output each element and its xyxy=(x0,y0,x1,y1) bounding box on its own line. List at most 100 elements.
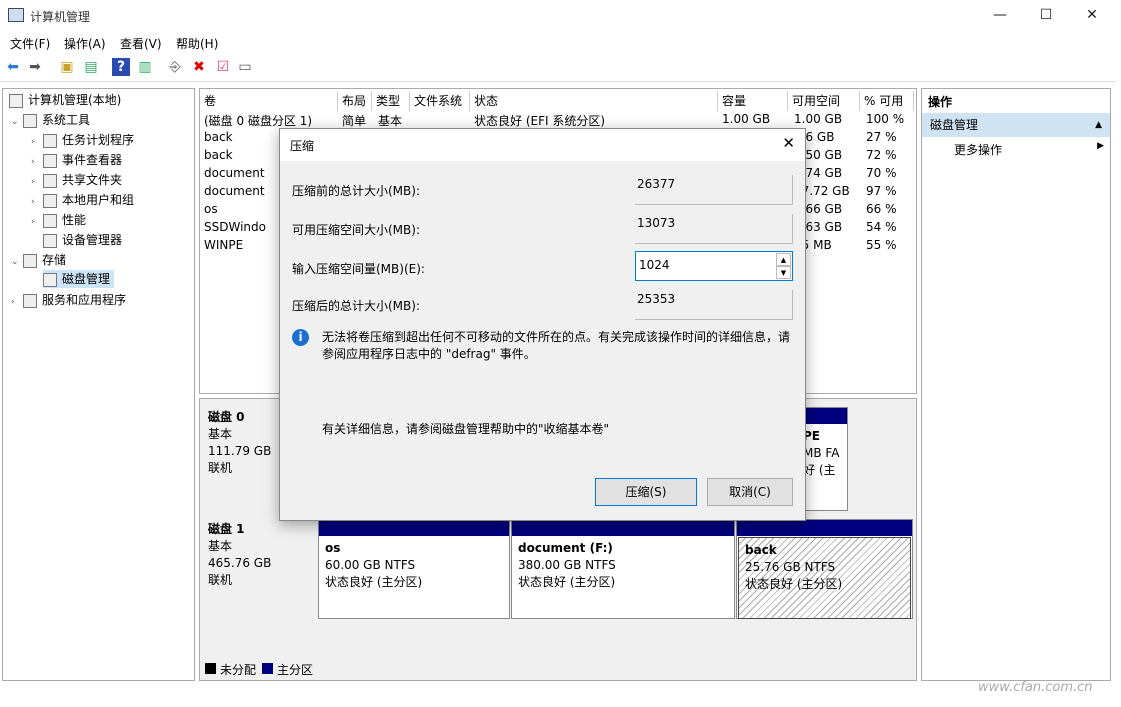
chevron-right-icon: ▶ xyxy=(1097,141,1104,151)
disk-name: 磁盘 1 xyxy=(208,522,245,536)
column-header-filesystem[interactable]: 文件系统 xyxy=(410,91,470,111)
menu-help[interactable]: 帮助(H) xyxy=(176,35,218,52)
delete-icon[interactable]: ✖ xyxy=(190,58,208,76)
forward-arrow-icon[interactable]: ➡ xyxy=(26,58,44,76)
column-header-layout[interactable]: 布局 xyxy=(338,91,372,111)
clock-icon xyxy=(43,133,57,148)
primary-partition-bar xyxy=(801,408,847,424)
column-header-free[interactable]: 可用空间 xyxy=(788,91,860,111)
tree-item-task-scheduler[interactable]: › 任务计划程序 xyxy=(31,131,134,149)
help-icon[interactable]: ? xyxy=(112,58,130,76)
tree-root[interactable]: 计算机管理(本地) xyxy=(9,91,121,109)
tree-item-shared-folders[interactable]: › 共享文件夹 xyxy=(31,171,122,189)
tools-icon xyxy=(23,113,37,128)
actions-title: 操作 xyxy=(928,95,953,109)
performance-icon xyxy=(43,213,57,228)
chevron-right-icon: › xyxy=(31,137,35,147)
volume-name: SSDWindo xyxy=(204,220,266,234)
disk-0-label[interactable]: 磁盘 0 基本 111.79 GB 联机 xyxy=(208,409,271,477)
menu-file[interactable]: 文件(F) xyxy=(10,35,50,52)
tree-item-label: 共享文件夹 xyxy=(62,173,123,187)
column-header-type[interactable]: 类型 xyxy=(372,91,410,111)
menu-action[interactable]: 操作(A) xyxy=(64,35,106,52)
tree-item-label: 任务计划程序 xyxy=(62,133,135,147)
total-after-value: 25353 xyxy=(635,290,793,320)
window-title: 计算机管理 xyxy=(30,10,91,24)
capacity-cell: 1.00 GB xyxy=(722,112,771,126)
partition-state: 状态良好 (主分区) xyxy=(518,575,616,589)
actions-section-disk-management[interactable]: 磁盘管理 ▲ xyxy=(922,113,1110,137)
percent-cell: 27 % xyxy=(866,130,897,144)
navigation-tree: 计算机管理(本地) ⌄ 系统工具 › 任务计划程序 › 事件查看器 › 共享文件夹 › 本… xyxy=(2,88,195,681)
list-icon[interactable]: ▭ xyxy=(236,58,254,76)
chevron-right-icon: › xyxy=(31,197,35,207)
percent-cell: 70 % xyxy=(866,166,897,180)
tree-item-disk-management[interactable]: 磁盘管理 xyxy=(43,270,115,288)
shrink-button[interactable]: 压缩(S) xyxy=(595,478,697,506)
dialog-title-bar: 压缩 ✕ xyxy=(280,129,805,161)
disk-1-label[interactable]: 磁盘 1 基本 465.76 GB 联机 xyxy=(208,521,271,589)
more-actions-item[interactable]: 更多操作 ▶ xyxy=(954,141,1108,158)
close-button[interactable]: ✕ xyxy=(1069,0,1115,30)
volume-name: os xyxy=(204,202,218,216)
device-manager-icon xyxy=(43,233,57,248)
cancel-button[interactable]: 取消(C) xyxy=(707,478,793,506)
chevron-down-icon: ⌄ xyxy=(11,257,19,267)
properties-icon[interactable]: ▥ xyxy=(136,58,154,76)
info-text: 无法将卷压缩到超出任何不可移动的文件所在的点。有关完成该操作时间的详细信息，请参… xyxy=(322,330,791,361)
column-header-percent-free[interactable]: % 可用 xyxy=(860,91,914,111)
tree-item-performance[interactable]: › 性能 xyxy=(31,211,86,229)
back-arrow-icon[interactable]: ⬅ xyxy=(4,58,22,76)
tree-item-label: 设备管理器 xyxy=(62,233,123,247)
percent-cell: 66 % xyxy=(866,202,897,216)
spin-up-icon[interactable]: ▲ xyxy=(776,253,791,266)
shrink-dialog: 压缩 ✕ 压缩前的总计大小(MB): 26377 可用压缩空间大小(MB): 1… xyxy=(279,128,806,521)
percent-cell: 100 % xyxy=(866,112,905,126)
tree-item-device-manager[interactable]: 设备管理器 xyxy=(43,231,122,249)
tree-item-event-viewer[interactable]: › 事件查看器 xyxy=(31,151,122,169)
up-folder-icon[interactable]: ▣ xyxy=(58,58,76,76)
menu-view[interactable]: 查看(V) xyxy=(120,35,162,52)
spin-down-icon[interactable]: ▼ xyxy=(776,266,791,279)
partition-document[interactable]: document (F:) 380.00 GB NTFS 状态良好 (主分区) xyxy=(511,519,735,619)
users-icon xyxy=(43,193,57,208)
partition-size: 60.00 GB NTFS xyxy=(325,558,416,572)
dialog-close-icon[interactable]: ✕ xyxy=(782,134,795,152)
layout-cell: 简单 xyxy=(342,114,367,128)
title-bar: 计算机管理 — ☐ ✕ xyxy=(0,0,1121,32)
minimize-button[interactable]: — xyxy=(977,0,1023,30)
table-row[interactable]: (磁盘 0 磁盘分区 1) 简单 基本 状态良好 (EFI 系统分区) 1.00 GB 1… xyxy=(200,111,916,129)
partition-winpe[interactable]: PE MB FA 好 (主 xyxy=(800,407,848,511)
available-shrink-label: 可用压缩空间大小(MB): xyxy=(292,223,420,237)
column-header-volume[interactable]: 卷 xyxy=(200,91,338,111)
connect-icon[interactable]: ⎆ xyxy=(166,58,184,76)
column-header-capacity[interactable]: 容量 xyxy=(718,91,788,111)
percent-cell: 97 % xyxy=(866,184,897,198)
maximize-button[interactable]: ☐ xyxy=(1023,0,1069,30)
show-hide-tree-icon[interactable]: ▤ xyxy=(82,58,100,76)
check-icon[interactable]: ☑ xyxy=(214,58,232,76)
primary-partition-bar xyxy=(319,520,509,536)
partition-back[interactable]: back 25.76 GB NTFS 状态良好 (主分区) xyxy=(736,519,913,619)
type-cell: 基本 xyxy=(378,114,403,128)
chevron-right-icon: › xyxy=(11,297,15,307)
column-header-status[interactable]: 状态 xyxy=(470,91,718,111)
percent-cell: 54 % xyxy=(866,220,897,234)
shrink-amount-input[interactable]: 1024 ▲ ▼ xyxy=(635,251,793,281)
primary-partition-swatch xyxy=(262,663,273,674)
tree-item-local-users[interactable]: › 本地用户和组 xyxy=(31,191,134,209)
unallocated-swatch xyxy=(205,663,216,674)
dialog-title: 压缩 xyxy=(290,139,315,153)
partition-size: MB FA xyxy=(803,446,840,460)
tree-storage[interactable]: ⌄ 存储 xyxy=(11,251,66,269)
disk-type: 基本 xyxy=(208,539,233,553)
tree-services[interactable]: › 服务和应用程序 xyxy=(11,291,126,309)
tree-system-tools[interactable]: ⌄ 系统工具 xyxy=(11,111,90,129)
chevron-right-icon: › xyxy=(31,177,35,187)
watermark: www.cfan.com.cn xyxy=(978,680,1093,695)
legend-primary: 主分区 xyxy=(277,663,314,677)
collapse-up-icon: ▲ xyxy=(1095,120,1102,130)
partition-name: os xyxy=(325,541,341,555)
partition-os[interactable]: os 60.00 GB NTFS 状态良好 (主分区) xyxy=(318,519,510,619)
computer-icon xyxy=(9,93,23,108)
